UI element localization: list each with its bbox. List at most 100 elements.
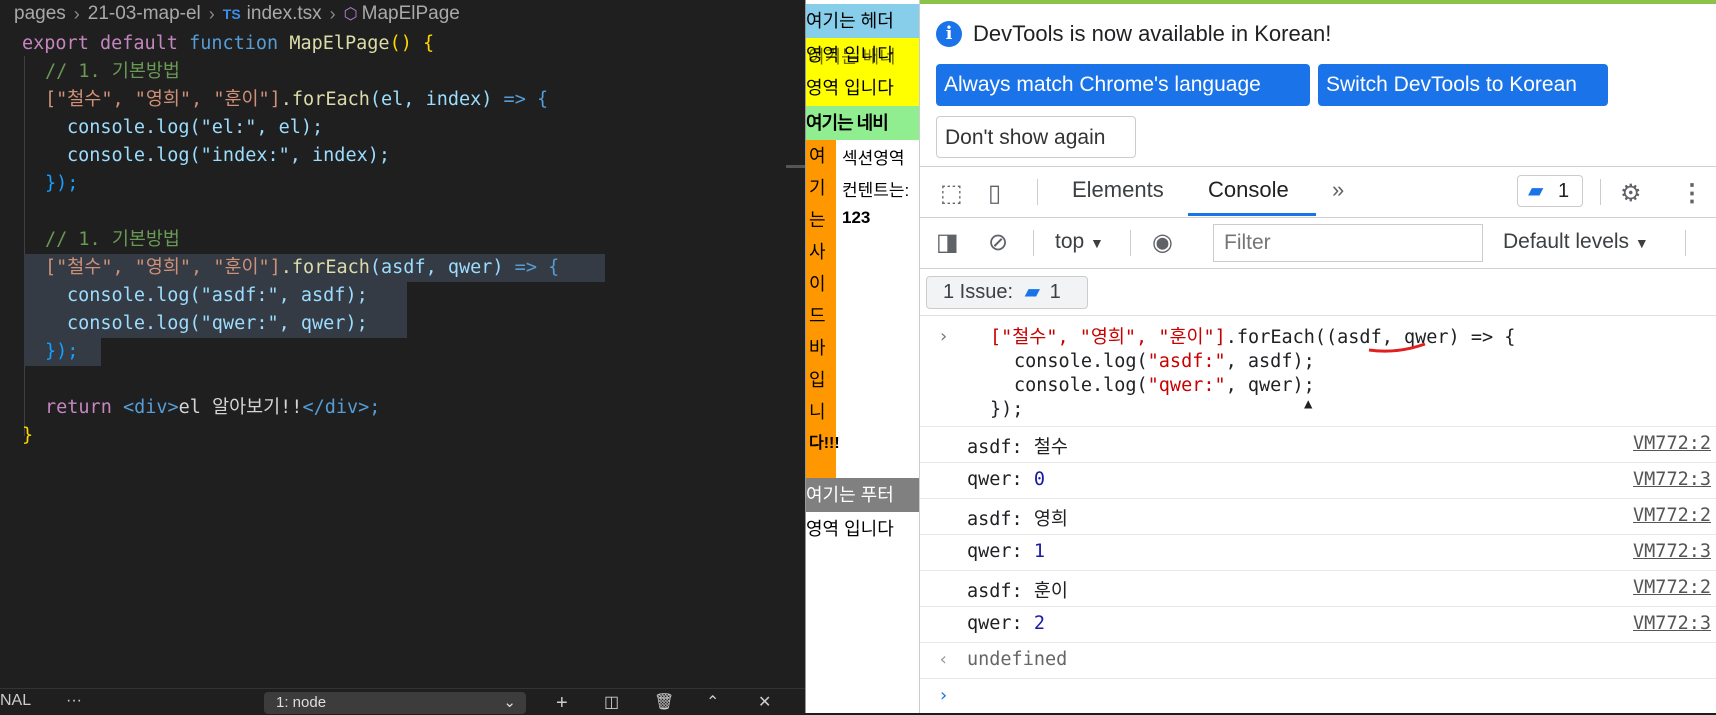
chevron-up-icon[interactable]: ⌃ bbox=[706, 692, 719, 712]
tab-elements[interactable]: Elements bbox=[1072, 177, 1164, 203]
typescript-file-icon: TS bbox=[222, 6, 241, 22]
console-log-row: asdf: 철수 VM772:2 bbox=[920, 426, 1716, 462]
preview-sidebar: 여 기 는 사 이 드 바 입 니 다!!! bbox=[806, 140, 840, 478]
preview-footer: 여기는 푸터 bbox=[806, 478, 920, 512]
red-underline-annotation bbox=[1368, 342, 1426, 353]
terminal-select[interactable]: 1: node ⌄ bbox=[264, 692, 526, 714]
page-preview: 여기는 헤더 영역 입니다 여기는 배너 영역 입니다 여기는 네비 여 기 는… bbox=[805, 0, 920, 713]
code-line: }); bbox=[45, 173, 79, 194]
console-result-row: ‹ undefined bbox=[920, 642, 1716, 678]
chevron-right-icon: › bbox=[208, 3, 215, 24]
symbol-cube-icon: ⬡ bbox=[343, 6, 358, 23]
chevron-down-icon: ▼ bbox=[1090, 235, 1104, 251]
preview-header: 여기는 헤더 bbox=[806, 4, 920, 38]
info-icon: i bbox=[936, 21, 962, 47]
breadcrumb-folder[interactable]: pages bbox=[14, 3, 66, 25]
code-line-selected: console.log("qwer:", qwer); bbox=[24, 310, 407, 338]
chevron-down-icon: ▼ bbox=[1634, 235, 1649, 251]
code-line: } bbox=[22, 425, 34, 446]
code-line-selected: }); bbox=[24, 338, 101, 366]
active-tab-indicator bbox=[1188, 213, 1316, 216]
source-link[interactable]: VM772:2 bbox=[1633, 577, 1711, 598]
infobar-message: DevTools is now available in Korean! bbox=[973, 21, 1332, 46]
eye-icon[interactable]: ◉ bbox=[1152, 228, 1173, 257]
code-line: console.log("index:", index); bbox=[67, 145, 391, 166]
input-chevron-icon: › bbox=[938, 326, 949, 347]
divider bbox=[1033, 230, 1034, 256]
breadcrumb-subfolder[interactable]: 21-03-map-el bbox=[88, 3, 201, 25]
terminal-panel-header: NAL ··· 1: node ⌄ + ◫ 🗑 ⌃ ✕ bbox=[0, 688, 805, 714]
code-line: return <div>el 알아보기!!</div>; bbox=[45, 397, 381, 418]
issues-counter-button[interactable]: ▰ 1 bbox=[1517, 175, 1583, 207]
console-log-row: qwer: 1 VM772:3 bbox=[920, 534, 1716, 570]
clear-console-icon[interactable]: ⊘ bbox=[988, 228, 1008, 257]
filter-input[interactable] bbox=[1213, 224, 1483, 262]
source-link[interactable]: VM772:2 bbox=[1633, 505, 1711, 526]
console-prompt-row[interactable]: › bbox=[920, 678, 1716, 714]
console-input-line: console.log("asdf:", asdf); bbox=[1014, 351, 1315, 372]
trash-icon[interactable]: 🗑 bbox=[654, 692, 674, 712]
breadcrumb-symbol[interactable]: MapElPage bbox=[362, 3, 460, 25]
always-match-language-button[interactable]: Always match Chrome's language bbox=[936, 64, 1310, 106]
preview-footer-line2: 영역 입니다 bbox=[806, 519, 894, 539]
preview-banner-line2: 영역 입니다 bbox=[806, 78, 894, 98]
code-line-selected: console.log("asdf:", asdf); bbox=[24, 282, 407, 310]
chevron-right-icon: › bbox=[73, 3, 80, 24]
message-icon: ▰ bbox=[1024, 281, 1040, 303]
kebab-menu-icon[interactable]: ⋮ bbox=[1680, 179, 1704, 208]
source-link[interactable]: VM772:3 bbox=[1633, 469, 1711, 490]
terminal-tab[interactable]: NAL bbox=[0, 692, 31, 710]
device-toolbar-icon[interactable]: ▯ bbox=[988, 179, 1001, 208]
scrollbar-thumb[interactable] bbox=[786, 165, 805, 168]
divider bbox=[1600, 179, 1601, 205]
preview-body: 섹션영역 컨텐트는: 123 bbox=[842, 149, 910, 227]
breadcrumb: pages › 21-03-map-el › TS index.tsx › ⬡ … bbox=[0, 0, 805, 28]
message-icon: ▰ bbox=[1528, 180, 1544, 202]
result-arrow-icon: ‹ bbox=[938, 649, 949, 670]
close-icon[interactable]: ✕ bbox=[758, 692, 771, 712]
prompt-chevron-icon: › bbox=[938, 685, 949, 706]
console-log-row: qwer: 2 VM772:3 bbox=[920, 606, 1716, 642]
divider bbox=[1130, 230, 1131, 256]
source-link[interactable]: VM772:3 bbox=[1633, 541, 1711, 562]
console-toolbar: ◨ ⊘ top ▼ ◉ Default levels ▼ bbox=[920, 218, 1716, 269]
devtools-tabbar: ⬚ ▯ Elements Console » ▰ 1 ⚙ ⋮ bbox=[920, 167, 1716, 218]
chevron-right-icon: › bbox=[329, 3, 336, 24]
preview-nav: 여기는 네비 bbox=[806, 106, 920, 140]
code-line: console.log("el:", el); bbox=[67, 117, 324, 138]
tab-console[interactable]: Console bbox=[1208, 177, 1289, 203]
indent-guide bbox=[24, 56, 25, 436]
divider bbox=[1685, 230, 1686, 256]
add-icon[interactable]: + bbox=[556, 692, 568, 715]
console-log-row: asdf: 훈이 VM772:2 bbox=[920, 570, 1716, 606]
source-link[interactable]: VM772:2 bbox=[1633, 433, 1711, 454]
source-link[interactable]: VM772:3 bbox=[1633, 613, 1711, 634]
code-line-1: export default function MapElPage() { bbox=[22, 33, 435, 54]
code-editor[interactable]: pages › 21-03-map-el › TS index.tsx › ⬡ … bbox=[0, 0, 805, 714]
issues-link[interactable]: 1 Issue: ▰ 1 bbox=[926, 276, 1088, 309]
log-levels-select[interactable]: Default levels ▼ bbox=[1503, 230, 1649, 254]
issues-bar: 1 Issue: ▰ 1 bbox=[920, 269, 1716, 316]
inspect-element-icon[interactable]: ⬚ bbox=[940, 179, 963, 208]
console-log-row: asdf: 영희 VM772:2 bbox=[920, 498, 1716, 534]
chevron-down-icon: ⌄ bbox=[503, 694, 516, 711]
context-select[interactable]: top ▼ bbox=[1055, 230, 1104, 254]
console-output[interactable]: › ["철수", "영희", "훈이"].forEach((asdf, qwer… bbox=[920, 316, 1716, 713]
console-input-line: ["철수", "영희", "훈이"].forEach((asdf, qwer) … bbox=[990, 327, 1516, 348]
divider bbox=[1037, 179, 1038, 205]
split-icon[interactable]: ◫ bbox=[604, 692, 619, 712]
code-line: ["철수", "영희", "훈이"].forEach(el, index) =>… bbox=[45, 89, 549, 110]
console-input-line: }); bbox=[990, 399, 1024, 420]
dont-show-again-button[interactable]: Don't show again bbox=[936, 116, 1136, 158]
console-log-row: qwer: 0 VM772:3 bbox=[920, 462, 1716, 498]
breadcrumb-file[interactable]: index.tsx bbox=[247, 3, 322, 25]
more-icon[interactable]: ··· bbox=[66, 692, 82, 710]
code-comment: // 1. 기본방법 bbox=[45, 229, 180, 250]
gear-icon[interactable]: ⚙ bbox=[1620, 179, 1642, 208]
code-comment: // 1. 기본방법 bbox=[45, 61, 180, 82]
switch-to-korean-button[interactable]: Switch DevTools to Korean bbox=[1318, 64, 1608, 106]
devtools-panel: i DevTools is now available in Korean! A… bbox=[919, 0, 1716, 713]
sidebar-toggle-icon[interactable]: ◨ bbox=[936, 228, 959, 257]
code-line-selected: ["철수", "영희", "훈이"].forEach(asdf, qwer) =… bbox=[24, 254, 605, 282]
more-tabs-icon[interactable]: » bbox=[1332, 177, 1344, 203]
